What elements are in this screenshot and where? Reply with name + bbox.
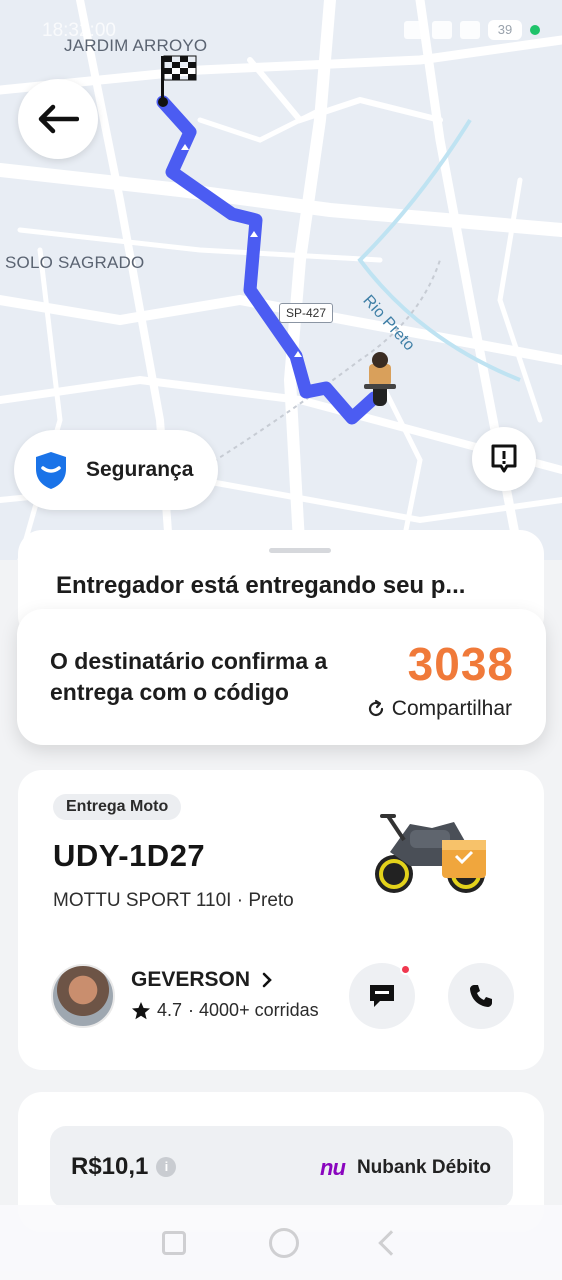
back-button[interactable]	[18, 79, 98, 159]
share-button[interactable]: Compartilhar	[366, 697, 512, 721]
shield-icon	[36, 452, 66, 489]
signal-icon	[432, 21, 452, 39]
price-value: R$10,1	[71, 1153, 149, 1180]
highway-shield: SP-427	[279, 303, 334, 323]
driver-trips: · 4000+ corridas	[188, 1000, 319, 1020]
confirmation-code: 3038	[407, 638, 514, 690]
chat-icon	[370, 985, 394, 1007]
service-badge: Entrega Moto	[53, 794, 182, 820]
chat-button[interactable]	[349, 963, 415, 1029]
confirmation-text: O destinatário confirma a entrega com o …	[50, 648, 328, 705]
location-icon	[404, 21, 424, 39]
status-time: 18:32:00	[42, 20, 116, 41]
price: R$10,1 i	[71, 1153, 177, 1181]
chevron-right-icon	[262, 972, 272, 988]
privacy-indicator	[530, 25, 540, 35]
confirmation-code-card: O destinatário confirma a entrega com o …	[17, 609, 546, 745]
arrow-left-icon	[38, 104, 79, 134]
share-icon	[368, 699, 383, 717]
report-alert-icon	[491, 444, 517, 473]
payment-row[interactable]: R$10,1 i nu Nubank Débito	[50, 1126, 513, 1208]
call-button[interactable]	[448, 963, 514, 1029]
safety-button[interactable]: Segurança	[14, 430, 218, 510]
vehicle-model: MOTTU SPORT 110I · Preto	[53, 890, 294, 911]
courier-moto-icon	[364, 352, 396, 406]
checkered-flag-icon	[161, 55, 197, 102]
map-label-solo-sagrado: SOLO SAGRADO	[5, 253, 145, 272]
moto-delivery-illustration	[375, 814, 486, 893]
nubank-logo: nu	[320, 1155, 346, 1180]
system-back-button[interactable]	[378, 1229, 405, 1256]
delivery-status-title: Entregador está entregando seu p...	[56, 572, 466, 599]
report-button[interactable]	[472, 427, 536, 491]
safety-label: Segurança	[86, 458, 194, 481]
driver-rating: 4.7	[157, 1000, 183, 1020]
status-bar: 18:32:00 39	[0, 0, 562, 60]
vehicle-plate: UDY-1D27	[53, 838, 206, 873]
driver-meta: 4.7 · 4000+ corridas	[131, 1000, 319, 1021]
star-icon	[132, 1001, 150, 1019]
recent-apps-button[interactable]	[161, 1230, 186, 1255]
payment-method: nu Nubank Débito	[320, 1155, 491, 1181]
unread-dot	[400, 964, 411, 975]
wifi-icon	[460, 21, 480, 39]
payment-method-label: Nubank Débito	[356, 1157, 491, 1178]
driver-name: GEVERSON	[131, 968, 251, 991]
status-icons: 39	[404, 20, 540, 40]
bottom-sheet: Entregador está entregando seu p... O de…	[0, 520, 562, 1280]
driver-name-link[interactable]: GEVERSON	[131, 968, 272, 992]
vehicle-driver-card: Entrega Moto UDY-1D27 MOTTU SPORT 110I ·…	[18, 770, 544, 1070]
map-view[interactable]: JARDIM ARROYO SOLO SAGRADO Rio Preto SP-…	[0, 0, 562, 560]
battery-icon: 39	[488, 20, 522, 40]
sheet-drag-handle[interactable]	[269, 548, 331, 553]
system-nav-bar	[0, 1205, 562, 1280]
home-button[interactable]	[268, 1227, 299, 1258]
phone-icon	[470, 985, 492, 1007]
share-label: Compartilhar	[391, 697, 512, 720]
info-icon[interactable]: i	[156, 1157, 177, 1177]
driver-avatar[interactable]	[51, 964, 115, 1028]
